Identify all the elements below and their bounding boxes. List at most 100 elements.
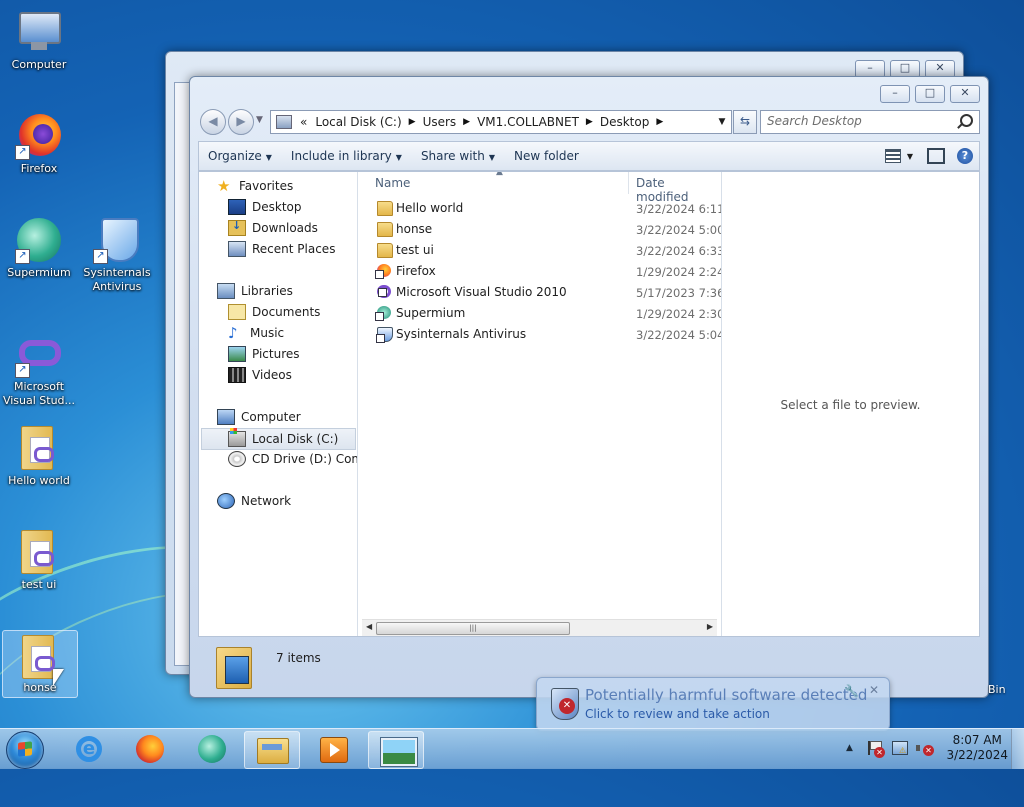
desktop-icon-sysinternals[interactable]: ↗ Sysinternals Antivirus <box>78 216 156 294</box>
desktop-icon-hello-world[interactable]: Hello world <box>0 424 78 488</box>
start-button[interactable] <box>6 731 44 769</box>
views-dropdown-icon[interactable]: ▼ <box>907 152 913 161</box>
refresh-button[interactable]: ⇆ <box>733 110 757 134</box>
action-center-flag-icon[interactable] <box>868 741 885 758</box>
notification-message[interactable]: Click to review and take action <box>585 707 770 721</box>
nav-label: CD Drive (D:) Come <box>252 452 357 466</box>
desktop-icon-label: Hello world <box>8 474 70 487</box>
desktop-icon-computer[interactable]: Computer <box>0 8 78 72</box>
organize-button[interactable]: Organize ▼ <box>199 149 282 163</box>
file-date: 3/22/2024 6:33 A <box>636 244 722 258</box>
network-status-icon[interactable] <box>892 741 908 755</box>
minimize-button[interactable]: – <box>880 85 910 103</box>
address-dropdown-icon[interactable]: ▼ <box>713 117 731 127</box>
file-row[interactable]: honse 3/22/2024 5:00 A <box>358 219 721 240</box>
desktop-icon-test-ui[interactable]: test ui <box>0 528 78 592</box>
preview-pane-icon[interactable] <box>927 148 945 164</box>
nav-pictures[interactable]: Pictures <box>228 344 300 364</box>
share-with-button[interactable]: Share with ▼ <box>412 149 505 163</box>
file-row[interactable]: Microsoft Visual Studio 2010 5/17/2023 7… <box>358 282 721 303</box>
file-list: ▲ Name Date modified Hello world 3/22/20… <box>358 172 722 636</box>
desktop-icon-honse[interactable]: honse <box>2 630 78 698</box>
back-button[interactable]: ◀ <box>200 109 226 135</box>
show-desktop-button[interactable] <box>1011 729 1024 769</box>
forward-button[interactable]: ▶ <box>228 109 254 135</box>
nav-cd-drive[interactable]: CD Drive (D:) Come <box>228 449 357 469</box>
nav-documents[interactable]: Documents <box>228 302 320 322</box>
scrollbar-thumb[interactable]: ||| <box>376 622 570 635</box>
nav-desktop[interactable]: Desktop <box>228 197 302 217</box>
show-hidden-icons-icon[interactable]: ▲ <box>846 743 853 753</box>
media-player-icon <box>320 737 348 763</box>
file-row[interactable]: Supermium 1/29/2024 2:30 A <box>358 303 721 324</box>
taskbar-picture-viewer[interactable] <box>368 731 424 769</box>
breadcrumb-local-disk[interactable]: Local Disk (C:) <box>311 115 405 129</box>
close-button[interactable]: ✕ <box>950 85 980 103</box>
taskbar-firefox[interactable] <box>122 731 176 767</box>
search-box[interactable] <box>760 110 980 134</box>
desktop-icon-supermium[interactable]: ↗ Supermium <box>0 216 78 280</box>
file-row[interactable]: test ui 3/22/2024 6:33 A <box>358 240 721 261</box>
file-row[interactable]: Sysinternals Antivirus 3/22/2024 5:04 A <box>358 324 721 345</box>
downloads-icon <box>228 219 246 236</box>
breadcrumb-arrow-icon[interactable]: ▶ <box>583 117 596 127</box>
breadcrumb-overflow[interactable]: « <box>296 115 311 129</box>
taskbar-media-player[interactable] <box>306 731 360 767</box>
desktop-icon-label: Microsoft Visual Stud... <box>2 380 76 407</box>
file-name: test ui <box>396 243 434 257</box>
search-icon[interactable] <box>960 114 973 127</box>
breadcrumb-arrow-icon[interactable]: ▶ <box>653 117 666 127</box>
nav-local-disk[interactable]: Local Disk (C:) <box>201 428 356 450</box>
explorer-window[interactable]: – □ ✕ ◀ ▶ ▼ « Local Disk (C:) ▶ Users ▶ … <box>189 76 989 698</box>
taskbar-internet-explorer[interactable]: e <box>60 731 114 767</box>
nav-favorites[interactable]: ★ Favorites <box>217 176 293 196</box>
close-icon[interactable]: ✕ <box>869 683 879 697</box>
breadcrumb-user[interactable]: VM1.COLLABNET <box>473 115 583 129</box>
help-icon[interactable]: ? <box>957 148 973 164</box>
star-icon: ★ <box>217 177 231 195</box>
scroll-right-icon[interactable]: ▶ <box>707 622 713 631</box>
file-row[interactable]: Hello world 3/22/2024 6:11 A <box>358 198 721 219</box>
taskbar-supermium[interactable] <box>184 731 238 767</box>
file-row[interactable]: Firefox 1/29/2024 2:24 A <box>358 261 721 282</box>
wrench-icon[interactable]: 🔧 <box>844 684 859 698</box>
views-icon[interactable] <box>884 149 901 163</box>
nav-music[interactable]: ♪ Music <box>228 323 284 343</box>
address-bar[interactable]: « Local Disk (C:) ▶ Users ▶ VM1.COLLABNE… <box>270 110 732 134</box>
new-folder-button[interactable]: New folder <box>505 149 589 163</box>
search-input[interactable] <box>761 111 973 131</box>
nav-label: Music <box>250 326 285 340</box>
nav-libraries[interactable]: Libraries <box>217 281 293 301</box>
breadcrumb-arrow-icon[interactable]: ▶ <box>460 117 473 127</box>
clock[interactable]: 8:07 AM 3/22/2024 <box>946 733 1008 763</box>
notification-balloon[interactable]: ✕ Potentially harmful software detected … <box>536 677 890 731</box>
desktop-icon-visual-studio[interactable]: ↗ Microsoft Visual Stud... <box>0 330 78 408</box>
recent-places-icon <box>228 241 246 257</box>
volume-muted-icon[interactable] <box>916 741 934 756</box>
nav-downloads[interactable]: Downloads <box>228 218 318 238</box>
breadcrumb-arrow-icon[interactable]: ▶ <box>406 117 419 127</box>
cd-drive-icon <box>228 451 246 467</box>
file-name: Sysinternals Antivirus <box>396 327 527 341</box>
scroll-left-icon[interactable]: ◀ <box>366 622 372 631</box>
nav-computer[interactable]: Computer <box>217 407 301 427</box>
maximize-button[interactable]: □ <box>915 85 945 103</box>
breadcrumb-users[interactable]: Users <box>419 115 461 129</box>
recycle-bin-label[interactable]: Bin <box>988 683 1006 696</box>
include-in-library-button[interactable]: Include in library ▼ <box>282 149 412 163</box>
breadcrumb-desktop[interactable]: Desktop <box>596 115 654 129</box>
column-header-name[interactable]: Name <box>375 176 410 190</box>
notification-title: Potentially harmful software detected <box>585 686 868 704</box>
clock-date: 3/22/2024 <box>946 748 1008 762</box>
folder-location-icon <box>276 115 292 129</box>
supermium-shortcut-icon <box>375 306 391 321</box>
file-date: 3/22/2024 5:00 A <box>636 223 722 237</box>
desktop-icon-firefox[interactable]: ↗ Firefox <box>0 112 78 176</box>
nav-recent-places[interactable]: Recent Places <box>228 239 335 259</box>
taskbar-explorer[interactable] <box>244 731 300 769</box>
horizontal-scrollbar[interactable]: ◀ ||| ▶ <box>362 619 717 636</box>
nav-videos[interactable]: Videos <box>228 365 292 385</box>
nav-network[interactable]: Network <box>217 491 291 511</box>
column-divider[interactable] <box>628 172 629 194</box>
recent-pages-dropdown[interactable]: ▼ <box>256 115 263 125</box>
